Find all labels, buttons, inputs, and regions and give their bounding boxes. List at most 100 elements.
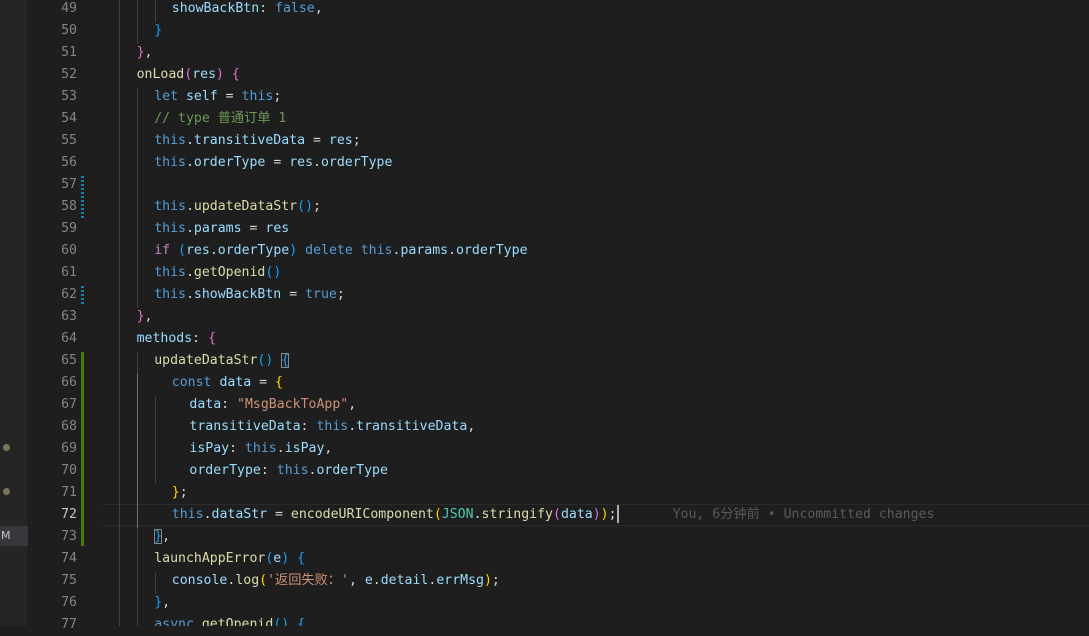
line-number: 74 <box>61 551 77 566</box>
line-number: 75 <box>61 573 77 588</box>
code-token: { <box>275 375 283 390</box>
code-token: , <box>348 397 357 412</box>
line-number: 65 <box>61 353 77 368</box>
code-token: : <box>221 397 238 412</box>
code-line[interactable]: this.params = res <box>154 218 289 240</box>
indent-guide <box>155 572 156 594</box>
code-line[interactable]: async getOpenid() { <box>154 614 305 626</box>
code-line[interactable]: methods: { <box>137 328 216 350</box>
code-token: , <box>467 419 476 434</box>
code-line[interactable]: isPay: this.isPay, <box>189 438 332 460</box>
code-line[interactable]: } <box>154 20 162 42</box>
code-line[interactable]: }, <box>154 592 170 614</box>
code-token: data <box>219 375 252 390</box>
code-line[interactable]: }, <box>154 526 170 548</box>
code-line[interactable]: transitiveData: this.transitiveData, <box>189 416 475 438</box>
code-token: . <box>313 155 321 170</box>
code-token: detail <box>380 573 429 588</box>
code-token: : <box>300 419 317 434</box>
code-line[interactable]: orderType: this.orderType <box>189 460 388 482</box>
line-number: 51 <box>61 45 77 60</box>
git-modified-indicator[interactable] <box>81 286 84 304</box>
line-number: 55 <box>61 133 77 148</box>
code-line[interactable]: data: "MsgBackToApp", <box>189 394 356 416</box>
code-line[interactable]: }, <box>137 306 153 328</box>
code-token: params <box>193 221 242 236</box>
code-token: ; <box>352 133 361 148</box>
code-line[interactable]: if (res.orderType) delete this.params.or… <box>154 240 527 262</box>
code-token: = <box>251 375 276 390</box>
code-token: . <box>209 243 218 258</box>
code-token: ( <box>433 507 442 522</box>
line-number: 62 <box>61 287 77 302</box>
code-token: . <box>185 221 194 236</box>
active-indent-guide <box>137 374 138 528</box>
code-token: . <box>185 133 194 148</box>
code-token: "MsgBackToApp" <box>237 397 349 412</box>
code-token: res <box>265 221 290 236</box>
code-line[interactable]: this.getOpenid() <box>154 262 281 284</box>
line-number-gutter: 49 50 51 52 53 54 55 56 57 58 59 60 61 62 63 64 65 66 67 68… <box>27 0 97 632</box>
code-line[interactable]: onLoad(res) { <box>137 64 240 86</box>
code-token: () <box>273 617 290 626</box>
code-token: launchAppError <box>154 551 266 566</box>
code-token: = <box>267 507 291 522</box>
line-number: 70 <box>61 463 77 478</box>
code-line[interactable]: launchAppError(e) { <box>154 548 305 570</box>
code-line[interactable]: let self = this; <box>154 86 281 108</box>
git-added-indicator[interactable] <box>81 352 84 546</box>
code-line[interactable]: // type 普通订单 1 <box>154 108 286 130</box>
line-number: 60 <box>61 243 77 258</box>
line-number: 50 <box>61 23 77 38</box>
code-line[interactable]: }, <box>137 42 153 64</box>
line-number: 68 <box>61 419 77 434</box>
code-token: e <box>364 573 373 588</box>
line-number: 77 <box>61 617 77 632</box>
code-token: , <box>324 441 333 456</box>
code-token: if <box>154 243 171 258</box>
code-token: . <box>185 199 194 214</box>
code-token: orderType <box>193 155 266 170</box>
code-token: false <box>275 1 315 16</box>
code-token: res <box>328 133 353 148</box>
code-token: orderType <box>189 463 261 478</box>
code-line[interactable]: this.showBackBtn = true; <box>154 284 345 306</box>
code-line[interactable]: this.orderType = res.orderType <box>154 152 392 174</box>
code-line[interactable]: this.updateDataStr(); <box>154 196 321 218</box>
code-token: ; <box>273 89 282 104</box>
code-token: this <box>360 243 393 258</box>
code-line[interactable]: console.log('返回失败：', e.detail.errMsg); <box>172 570 500 592</box>
code-line[interactable]: const data = { <box>172 372 283 394</box>
code-token: = <box>305 133 329 148</box>
code-token: let <box>154 89 179 104</box>
code-token: errMsg <box>436 573 484 588</box>
code-token: '返回失败：' <box>267 573 349 588</box>
code-token: this <box>154 287 186 302</box>
code-token: ) <box>289 243 298 258</box>
code-token: . <box>372 573 381 588</box>
code-token: orderType <box>456 243 528 258</box>
code-token: . <box>185 155 194 170</box>
code-line[interactable]: showBackBtn: false, <box>172 0 323 20</box>
code-line[interactable]: this.dataStr = encodeURIComponent(JSON.s… <box>171 504 934 526</box>
code-line[interactable]: updateDataStr() { <box>154 350 290 372</box>
line-number: 72 <box>61 507 77 522</box>
code-line[interactable]: }; <box>172 482 188 504</box>
code-token: encodeURIComponent <box>290 507 434 522</box>
code-token: : <box>192 331 209 346</box>
code-token: this <box>171 507 204 522</box>
code-token: , <box>314 1 323 16</box>
code-token: = <box>265 155 290 170</box>
code-token: console <box>171 573 228 588</box>
code-token: showBackBtn <box>193 287 282 302</box>
code-token: log <box>235 573 260 588</box>
code-token: this <box>154 155 186 170</box>
code-editor[interactable]: showBackBtn: false,}}, onLoad(res) {let s… <box>97 0 1089 626</box>
git-modified-indicator[interactable] <box>81 176 84 220</box>
code-token: . <box>448 243 457 258</box>
code-token: = <box>217 89 242 104</box>
scm-modified-badge[interactable]: M <box>0 526 28 546</box>
code-line[interactable]: this.transitiveData = res; <box>154 130 360 152</box>
